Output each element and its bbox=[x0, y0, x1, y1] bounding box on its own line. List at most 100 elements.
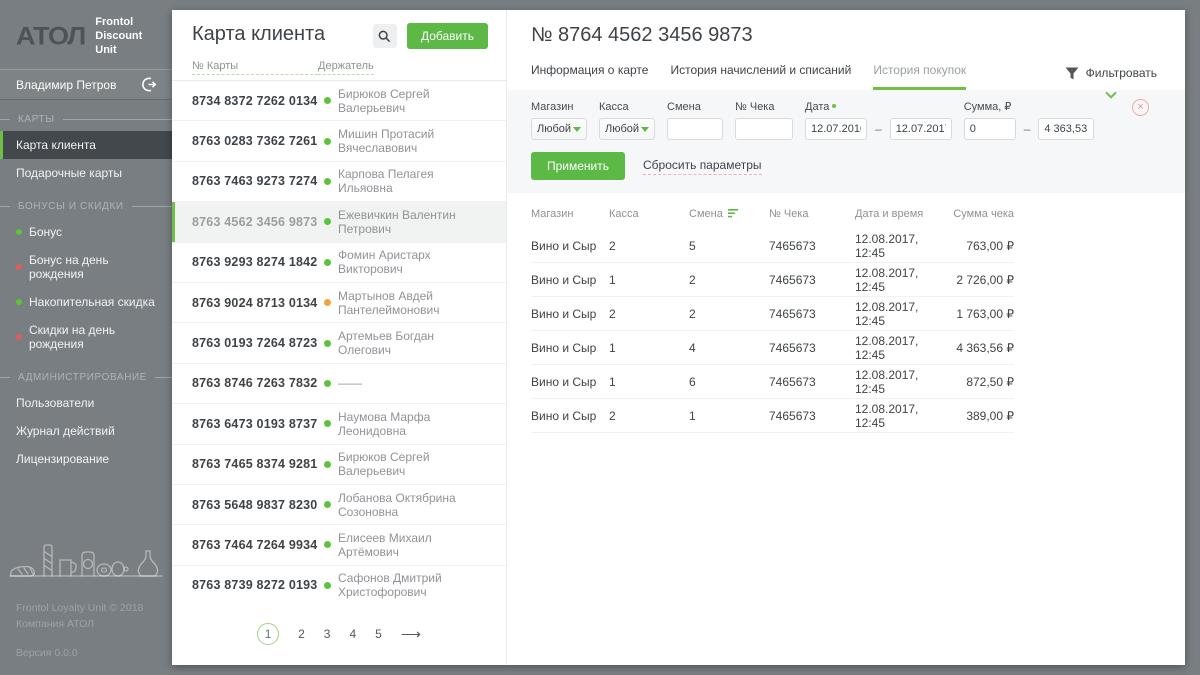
table-cell: Вино и Сыр bbox=[531, 273, 609, 287]
table-cell: Вино и Сыр bbox=[531, 239, 609, 253]
table-header-label[interactable]: № Чека bbox=[769, 208, 808, 220]
section-title-cards: Карты bbox=[0, 114, 172, 125]
list-item[interactable]: 8734 8372 7262 0134Бирюков Сергей Валерь… bbox=[172, 81, 506, 121]
table-header-label[interactable]: Касса bbox=[609, 208, 639, 220]
list-item[interactable]: 8763 7465 8374 9281Бирюков Сергей Валерь… bbox=[172, 445, 506, 485]
card-status-dot bbox=[324, 218, 331, 225]
tab-card-info[interactable]: Информация о карте bbox=[531, 55, 648, 90]
reset-filter-link[interactable]: Сбросить параметры bbox=[643, 158, 762, 175]
page-current[interactable]: 1 bbox=[257, 623, 279, 645]
sort-icon[interactable] bbox=[728, 209, 739, 218]
table-header-label[interactable]: Сумма чека bbox=[953, 208, 1014, 220]
search-button[interactable] bbox=[373, 24, 397, 48]
tab-accrual-history[interactable]: История начислений и списаний bbox=[670, 55, 851, 90]
table-header-label[interactable]: Дата и время bbox=[855, 208, 923, 220]
filter-funnel-icon bbox=[1065, 67, 1079, 80]
sidebar-item-label: Журнал действий bbox=[16, 424, 115, 438]
apply-filter-button[interactable]: Применить bbox=[531, 152, 625, 180]
sidebar-item-users[interactable]: Пользователи bbox=[0, 389, 172, 417]
list-item[interactable]: 8763 7464 7264 9934Елисеев Михаил Артёмо… bbox=[172, 525, 506, 565]
card-holder: Сафонов Дмитрий Христофорович bbox=[338, 571, 486, 599]
main-card: Карта клиента Добавить № Карты Держатель… bbox=[172, 10, 1185, 665]
sidebar-item-action-log[interactable]: Журнал действий bbox=[0, 417, 172, 445]
sum-to-input[interactable] bbox=[1038, 118, 1094, 140]
chevron-down-icon bbox=[641, 127, 649, 132]
sidebar-item-label: Карта клиента bbox=[16, 138, 96, 152]
table-row[interactable]: Вино и Сыр12746567312.08.2017, 12:452 72… bbox=[531, 263, 1014, 297]
card-number: 8763 7465 8374 9281 bbox=[192, 457, 338, 471]
card-holder: Бирюков Сергей Валерьевич bbox=[338, 450, 486, 478]
table-cell: 12.08.2017, 12:45 bbox=[855, 266, 947, 294]
filter-field-cashbox: Касса Любой bbox=[599, 101, 655, 140]
tab-bar: Информация о карте История начислений и с… bbox=[507, 55, 1185, 90]
table-header-3: № Чека bbox=[769, 208, 855, 220]
card-status-dot bbox=[324, 138, 331, 145]
card-holder: Наумова Марфа Леонидовна bbox=[338, 410, 486, 438]
sidebar-item-label: Подарочные карты bbox=[16, 166, 122, 180]
table-row[interactable]: Вино и Сыр22746567312.08.2017, 12:451 76… bbox=[531, 297, 1014, 331]
page-4[interactable]: 4 bbox=[349, 627, 356, 641]
table-cell: 5 bbox=[689, 239, 769, 253]
cashbox-select[interactable]: Любой bbox=[599, 118, 655, 140]
sidebar-item-birthday-bonus[interactable]: Бонус на день рождения bbox=[0, 246, 172, 288]
filter-panel: × Магазин Любой Касса Любой bbox=[507, 90, 1185, 193]
sidebar-item-bonus[interactable]: Бонус bbox=[0, 218, 172, 246]
sidebar-item-birthday-discounts[interactable]: Скидки на день рождения bbox=[0, 316, 172, 358]
column-card-number[interactable]: № Карты bbox=[192, 60, 318, 75]
date-from-input[interactable] bbox=[805, 118, 867, 140]
sidebar-item-cumulative-discount[interactable]: Накопительная скидка bbox=[0, 288, 172, 316]
logout-icon[interactable] bbox=[141, 76, 158, 93]
card-holder: Мишин Протасий Вячеславович bbox=[338, 127, 486, 155]
column-holder[interactable]: Держатель bbox=[318, 60, 374, 75]
table-cell: 12.08.2017, 12:45 bbox=[855, 334, 947, 362]
page-2[interactable]: 2 bbox=[298, 627, 305, 641]
card-holder: Артемьев Богдан Олегович bbox=[338, 329, 486, 357]
table-header-2: Смена bbox=[689, 208, 769, 220]
card-number: 8763 9293 8274 1842 bbox=[192, 255, 338, 269]
card-status-dot bbox=[324, 340, 331, 347]
sum-from-input[interactable] bbox=[964, 118, 1016, 140]
card-number: 8763 4562 3456 9873 bbox=[192, 215, 338, 229]
tab-purchase-history[interactable]: История покупок bbox=[873, 55, 966, 90]
table-row[interactable]: Вино и Сыр25746567312.08.2017, 12:45763,… bbox=[531, 229, 1014, 263]
list-item[interactable]: 8763 7463 9273 7274Карпова Пелагея Ильяо… bbox=[172, 162, 506, 202]
table-row[interactable]: Вино и Сыр14746567312.08.2017, 12:454 36… bbox=[531, 331, 1014, 365]
page-3[interactable]: 3 bbox=[324, 627, 331, 641]
list-item[interactable]: 8763 6473 0193 8737Наумова Марфа Леонидо… bbox=[172, 404, 506, 444]
footer-copyright: Frontol Loyalty Unit © 2018 bbox=[16, 600, 143, 616]
sidebar-section-cards: Карты Карта клиента Подарочные карты bbox=[0, 114, 172, 187]
list-item[interactable]: 8763 5648 9837 8230Лобанова Октябрина Со… bbox=[172, 485, 506, 525]
list-item[interactable]: 8763 0283 7362 7261Мишин Протасий Вячесл… bbox=[172, 121, 506, 161]
shift-input[interactable] bbox=[667, 118, 723, 140]
sidebar-item-label: Бонус на день рождения bbox=[29, 253, 162, 281]
filter-field-shop: Магазин Любой bbox=[531, 101, 587, 140]
sidebar-footer: Frontol Loyalty Unit © 2018 Компания АТО… bbox=[16, 600, 143, 661]
list-item[interactable]: 8763 9024 8713 0134Мартынов Авдей Пантел… bbox=[172, 283, 506, 323]
filter-toggle-button[interactable]: Фильтровать bbox=[1061, 58, 1161, 90]
filter-field-shift: Смена bbox=[667, 101, 723, 140]
table-cell: 12.08.2017, 12:45 bbox=[855, 402, 947, 430]
shop-select[interactable]: Любой bbox=[531, 118, 587, 140]
sidebar-item-licensing[interactable]: Лицензирование bbox=[0, 445, 172, 473]
next-page-arrow-icon[interactable]: ⟶ bbox=[401, 626, 421, 643]
filter-close-icon[interactable]: × bbox=[1132, 99, 1149, 116]
sidebar-section-bonuses: Бонусы и скидкиБонусБонус на день рожден… bbox=[0, 201, 172, 358]
table-row[interactable]: Вино и Сыр16746567312.08.2017, 12:45872,… bbox=[531, 365, 1014, 399]
list-item[interactable]: 8763 8746 7263 7832—— bbox=[172, 364, 506, 404]
page-5[interactable]: 5 bbox=[375, 627, 382, 641]
table-cell: 1 bbox=[609, 273, 689, 287]
table-row[interactable]: Вино и Сыр21746567312.08.2017, 12:45389,… bbox=[531, 399, 1014, 433]
sidebar-item-gift-cards[interactable]: Подарочные карты bbox=[0, 159, 172, 187]
add-card-button[interactable]: Добавить bbox=[407, 23, 488, 49]
sidebar-item-client-card[interactable]: Карта клиента bbox=[0, 131, 172, 159]
table-header-label[interactable]: Магазин bbox=[531, 208, 573, 220]
card-status-dot bbox=[324, 541, 331, 548]
date-to-input[interactable] bbox=[890, 118, 952, 140]
receipt-number-input[interactable] bbox=[735, 118, 793, 140]
card-holder: Мартынов Авдей Пантелеймонович bbox=[338, 289, 486, 317]
list-item[interactable]: 8763 9293 8274 1842Фомин Аристарх Виктор… bbox=[172, 243, 506, 283]
table-header-label[interactable]: Смена bbox=[689, 208, 723, 220]
list-item[interactable]: 8763 8739 8272 0193Сафонов Дмитрий Христ… bbox=[172, 566, 506, 603]
list-item[interactable]: 8763 4562 3456 9873Ежевичкин Валентин Пе… bbox=[172, 202, 506, 242]
list-item[interactable]: 8763 0193 7264 8723Артемьев Богдан Олего… bbox=[172, 323, 506, 363]
